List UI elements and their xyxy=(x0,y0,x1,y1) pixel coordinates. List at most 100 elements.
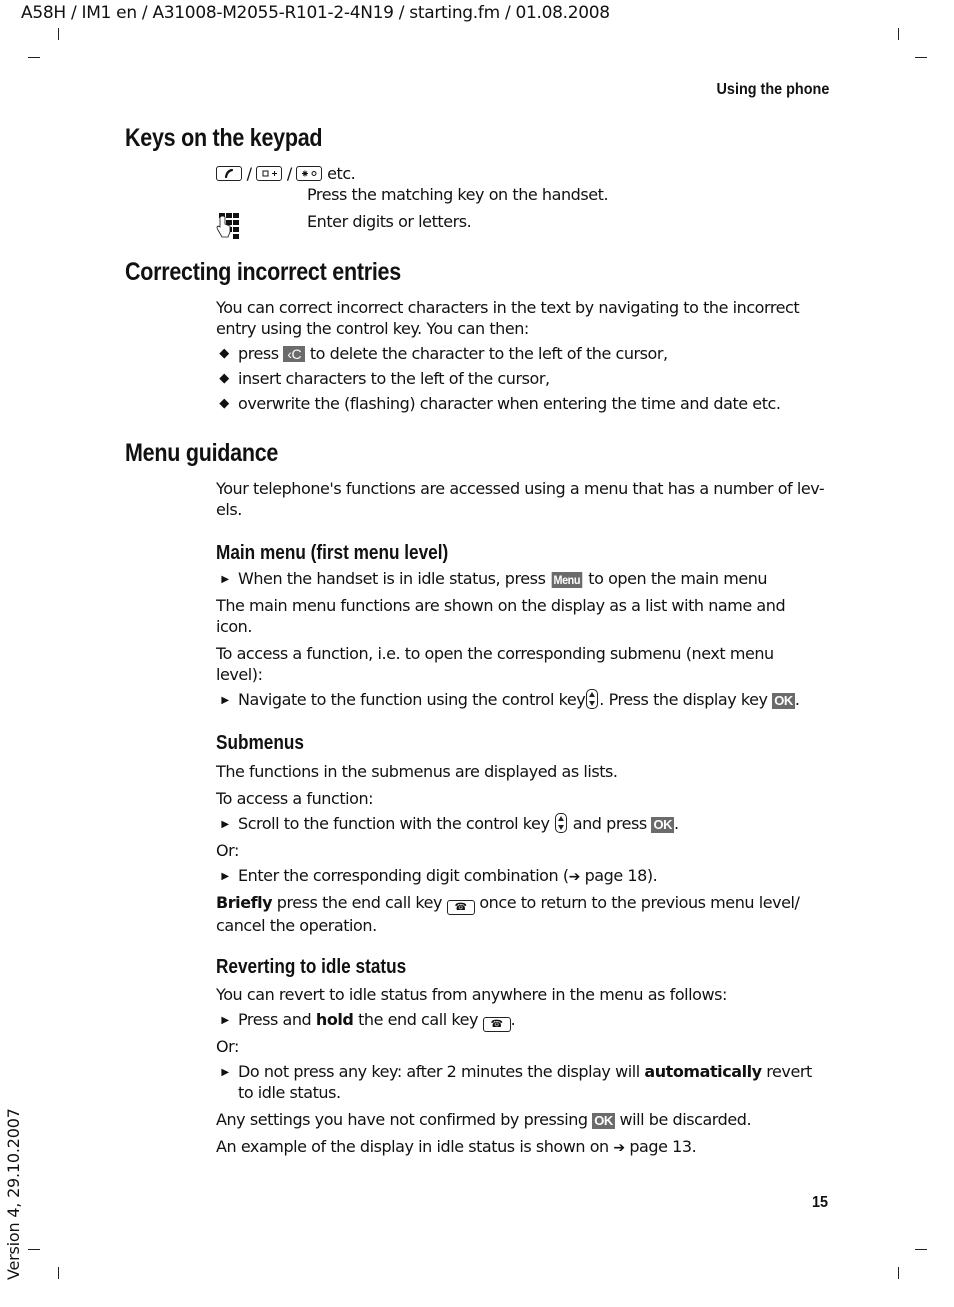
separator: / xyxy=(286,164,292,183)
text: . Press the display key xyxy=(599,690,768,709)
text-line: You can correct incorrect characters in … xyxy=(216,298,800,317)
text: revert xyxy=(766,1062,812,1081)
heading-keys-on-keypad: Keys on the keypad xyxy=(125,124,323,152)
bullet-item: ◆ press ‹C to delete the character to th… xyxy=(216,343,836,364)
reverting-para-3: An example of the display in idle status… xyxy=(216,1136,836,1159)
page-number: 15 xyxy=(812,1194,829,1211)
step-item: ▶ Enter the corresponding digit combinat… xyxy=(216,865,836,888)
text-line: level): xyxy=(216,665,263,684)
keypad-hand-icon xyxy=(216,212,242,240)
text-line: Briefly press the end call key ☎ once to… xyxy=(216,892,836,915)
text-line: To access a function, i.e. to open the c… xyxy=(216,644,774,663)
crop-mark xyxy=(898,28,899,40)
bold-text: Briefly xyxy=(216,893,273,912)
text-line: els. xyxy=(216,500,242,519)
keys-description: Press the matching key on the handset. xyxy=(307,185,609,204)
or-label: Or: xyxy=(216,841,239,860)
crop-mark xyxy=(898,1267,899,1279)
text: and press xyxy=(572,814,647,833)
submenus-note: Briefly press the end call key ☎ once to… xyxy=(216,892,836,936)
end-call-key-icon: ☎ xyxy=(482,1017,511,1032)
heading-correcting-entries: Correcting incorrect entries xyxy=(125,258,401,286)
text: overwrite the (flashing) character when … xyxy=(238,394,781,413)
control-key-icon xyxy=(555,813,568,833)
bullet-item: ◆ overwrite the (flashing) character whe… xyxy=(216,393,836,414)
text-line: icon. xyxy=(216,617,253,636)
main-menu-para-1: The main menu functions are shown on the… xyxy=(216,595,836,637)
bullet-item: ◆ insert characters to the left of the c… xyxy=(216,368,836,389)
text: An example of the display in idle status… xyxy=(216,1137,609,1156)
crop-mark xyxy=(58,1267,59,1279)
crop-mark xyxy=(915,57,927,58)
triangle-bullet-icon: ▶ xyxy=(221,871,229,882)
diamond-bullet-icon: ◆ xyxy=(219,396,229,411)
crop-mark xyxy=(28,57,40,58)
heading-reverting-idle: Reverting to idle status xyxy=(216,956,407,978)
text: . xyxy=(794,690,800,709)
crop-mark xyxy=(58,28,59,40)
running-head: Using the phone xyxy=(716,81,829,98)
reverting-para-2: Any settings you have not confirmed by p… xyxy=(216,1109,836,1130)
ok-display-key: OK xyxy=(651,817,675,833)
text: to delete the character to the left of t… xyxy=(309,344,668,363)
page-reference-link[interactable]: page 18). xyxy=(585,866,658,885)
clear-key-icon: ‹C xyxy=(283,346,306,362)
control-key-icon xyxy=(586,689,599,709)
main-menu-para-2: To access a function, i.e. to open the c… xyxy=(216,643,836,685)
text-line: to idle status. xyxy=(238,1083,341,1102)
page-reference-link[interactable]: page 13. xyxy=(629,1137,696,1156)
triangle-bullet-icon: ▶ xyxy=(221,819,229,830)
key-examples-row: / / etc. xyxy=(216,163,356,184)
reverting-para-1: You can revert to idle status from anywh… xyxy=(216,985,727,1004)
bold-text: hold xyxy=(315,1010,354,1029)
etc-label: etc. xyxy=(327,164,356,183)
arrow-right-icon: ➔ xyxy=(613,1140,625,1156)
separator: / xyxy=(246,164,252,183)
text-line: The main menu functions are shown on the… xyxy=(216,596,786,615)
or-label: Or: xyxy=(216,1037,239,1056)
ok-display-key: OK xyxy=(592,1113,615,1129)
text-line: cancel the operation. xyxy=(216,916,377,935)
text: Do not press any key: after 2 minutes th… xyxy=(238,1062,640,1081)
text: insert characters to the left of the cur… xyxy=(238,369,550,388)
submenus-para-2: To access a function: xyxy=(216,789,374,808)
menu-intro: Your telephone's functions are accessed … xyxy=(216,478,836,520)
diamond-bullet-icon: ◆ xyxy=(219,346,229,361)
triangle-bullet-icon: ▶ xyxy=(221,1067,229,1078)
diamond-bullet-icon: ◆ xyxy=(219,371,229,386)
triangle-bullet-icon: ▶ xyxy=(221,695,229,706)
text: the end call key xyxy=(358,1010,479,1029)
arrow-right-icon: ➔ xyxy=(568,869,581,885)
text: press the end call key xyxy=(276,893,443,912)
triangle-bullet-icon: ▶ xyxy=(221,1015,229,1026)
version-label: Version 4, 29.10.2007 xyxy=(4,1108,23,1280)
text: Scroll to the function with the control … xyxy=(238,814,550,833)
text: Navigate to the function using the contr… xyxy=(238,690,586,709)
text: Any settings you have not confirmed by p… xyxy=(216,1110,588,1129)
text: Press and xyxy=(238,1010,312,1029)
bold-text: automatically xyxy=(644,1062,762,1081)
heading-main-menu: Main menu (first menu level) xyxy=(216,542,449,564)
text: Enter the corresponding digit combinatio… xyxy=(238,866,569,885)
text: once to return to the previous menu leve… xyxy=(479,893,800,912)
end-call-key-icon: ☎ xyxy=(446,900,475,915)
talk-key-icon xyxy=(216,166,242,181)
star-key-icon xyxy=(296,166,323,181)
crop-mark xyxy=(28,1249,40,1250)
step-item: ▶ Do not press any key: after 2 minutes … xyxy=(216,1061,836,1103)
crop-mark xyxy=(915,1249,927,1250)
heading-menu-guidance: Menu guidance xyxy=(125,439,279,467)
menu-display-key: Menu xyxy=(551,572,582,588)
document-meta-header: A58H / IM1 en / A31008-M2055-R101-2-4N19… xyxy=(21,3,610,23)
heading-submenus: Submenus xyxy=(216,732,304,754)
key-0-icon xyxy=(256,166,283,181)
text: will be discarded. xyxy=(619,1110,752,1129)
text: When the handset is in idle status, pres… xyxy=(238,569,546,588)
step-item: ▶ Navigate to the function using the con… xyxy=(216,689,836,710)
text: . xyxy=(674,814,679,833)
triangle-bullet-icon: ▶ xyxy=(221,574,229,585)
text: to open the main menu xyxy=(588,569,768,588)
text-line: entry using the control key. You can the… xyxy=(216,319,529,338)
text: . xyxy=(510,1010,516,1029)
keypad-description: Enter digits or letters. xyxy=(307,212,472,231)
